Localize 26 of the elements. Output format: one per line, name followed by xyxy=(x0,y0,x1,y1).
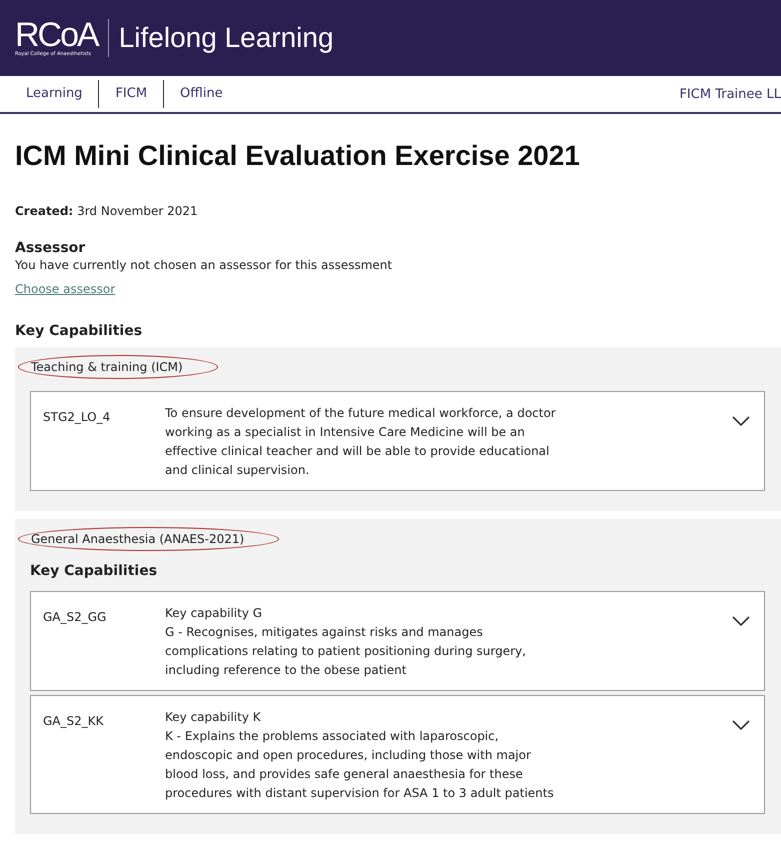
page-title: ICM Mini Clinical Evaluation Exercise 2021 xyxy=(15,140,581,172)
circled-section-title: General Anaesthesia (ANAES-2021) xyxy=(18,527,280,551)
created-date: Created: 3rd November 2021 xyxy=(15,204,199,218)
section-heading: Key Capabilities xyxy=(15,323,144,339)
capability-name: Key capability K xyxy=(165,709,262,726)
assessor-heading: Assessor xyxy=(15,240,86,256)
user-menu[interactable]: FICM Trainee LL xyxy=(679,86,781,102)
capability-description: G - Recognises, mitigates against risks and manages complications relating to patient positioning during surgery, including reference to the obese patient xyxy=(165,624,527,679)
logo-text: RCoA xyxy=(15,19,98,51)
chevron-icon[interactable] xyxy=(732,614,750,624)
chevron-icon[interactable] xyxy=(732,414,750,424)
capability-name: Key capability G xyxy=(165,605,264,622)
nav-link[interactable]: FICM xyxy=(99,81,164,107)
nav-link[interactable]: Offline xyxy=(164,81,239,107)
capability-code: STG2_LO_4 xyxy=(43,409,112,426)
capability-description: To ensure development of the future medical workforce, a doctor working as a specialist in Intensive Care Medicine will be an effective clinical teacher and will be able to provide educational and clinical supervision. xyxy=(165,405,557,479)
choose-assessor-link[interactable]: Choose assessor xyxy=(15,282,116,296)
capability-description: K - Explains the problems associated with laparoscopic, endoscopic and open procedures, including those with major blood loss, and provides safe general anaesthesia for these procedures with distant supervision for ASA 1 to 3 adult patients xyxy=(165,728,555,802)
capability-code: GA_S2_KK xyxy=(43,713,104,730)
chevron-icon[interactable] xyxy=(732,718,750,728)
assessor-message: You have currently not chosen an assessor for this assessment xyxy=(15,258,394,272)
circled-section-title: Teaching & training (ICM) xyxy=(18,355,218,379)
site-title: Lifelong Learning xyxy=(118,22,334,54)
nav-link[interactable]: Learning xyxy=(10,81,98,107)
subheading: Key Capabilities xyxy=(30,563,158,579)
capability-code: GA_S2_GG xyxy=(43,609,108,626)
